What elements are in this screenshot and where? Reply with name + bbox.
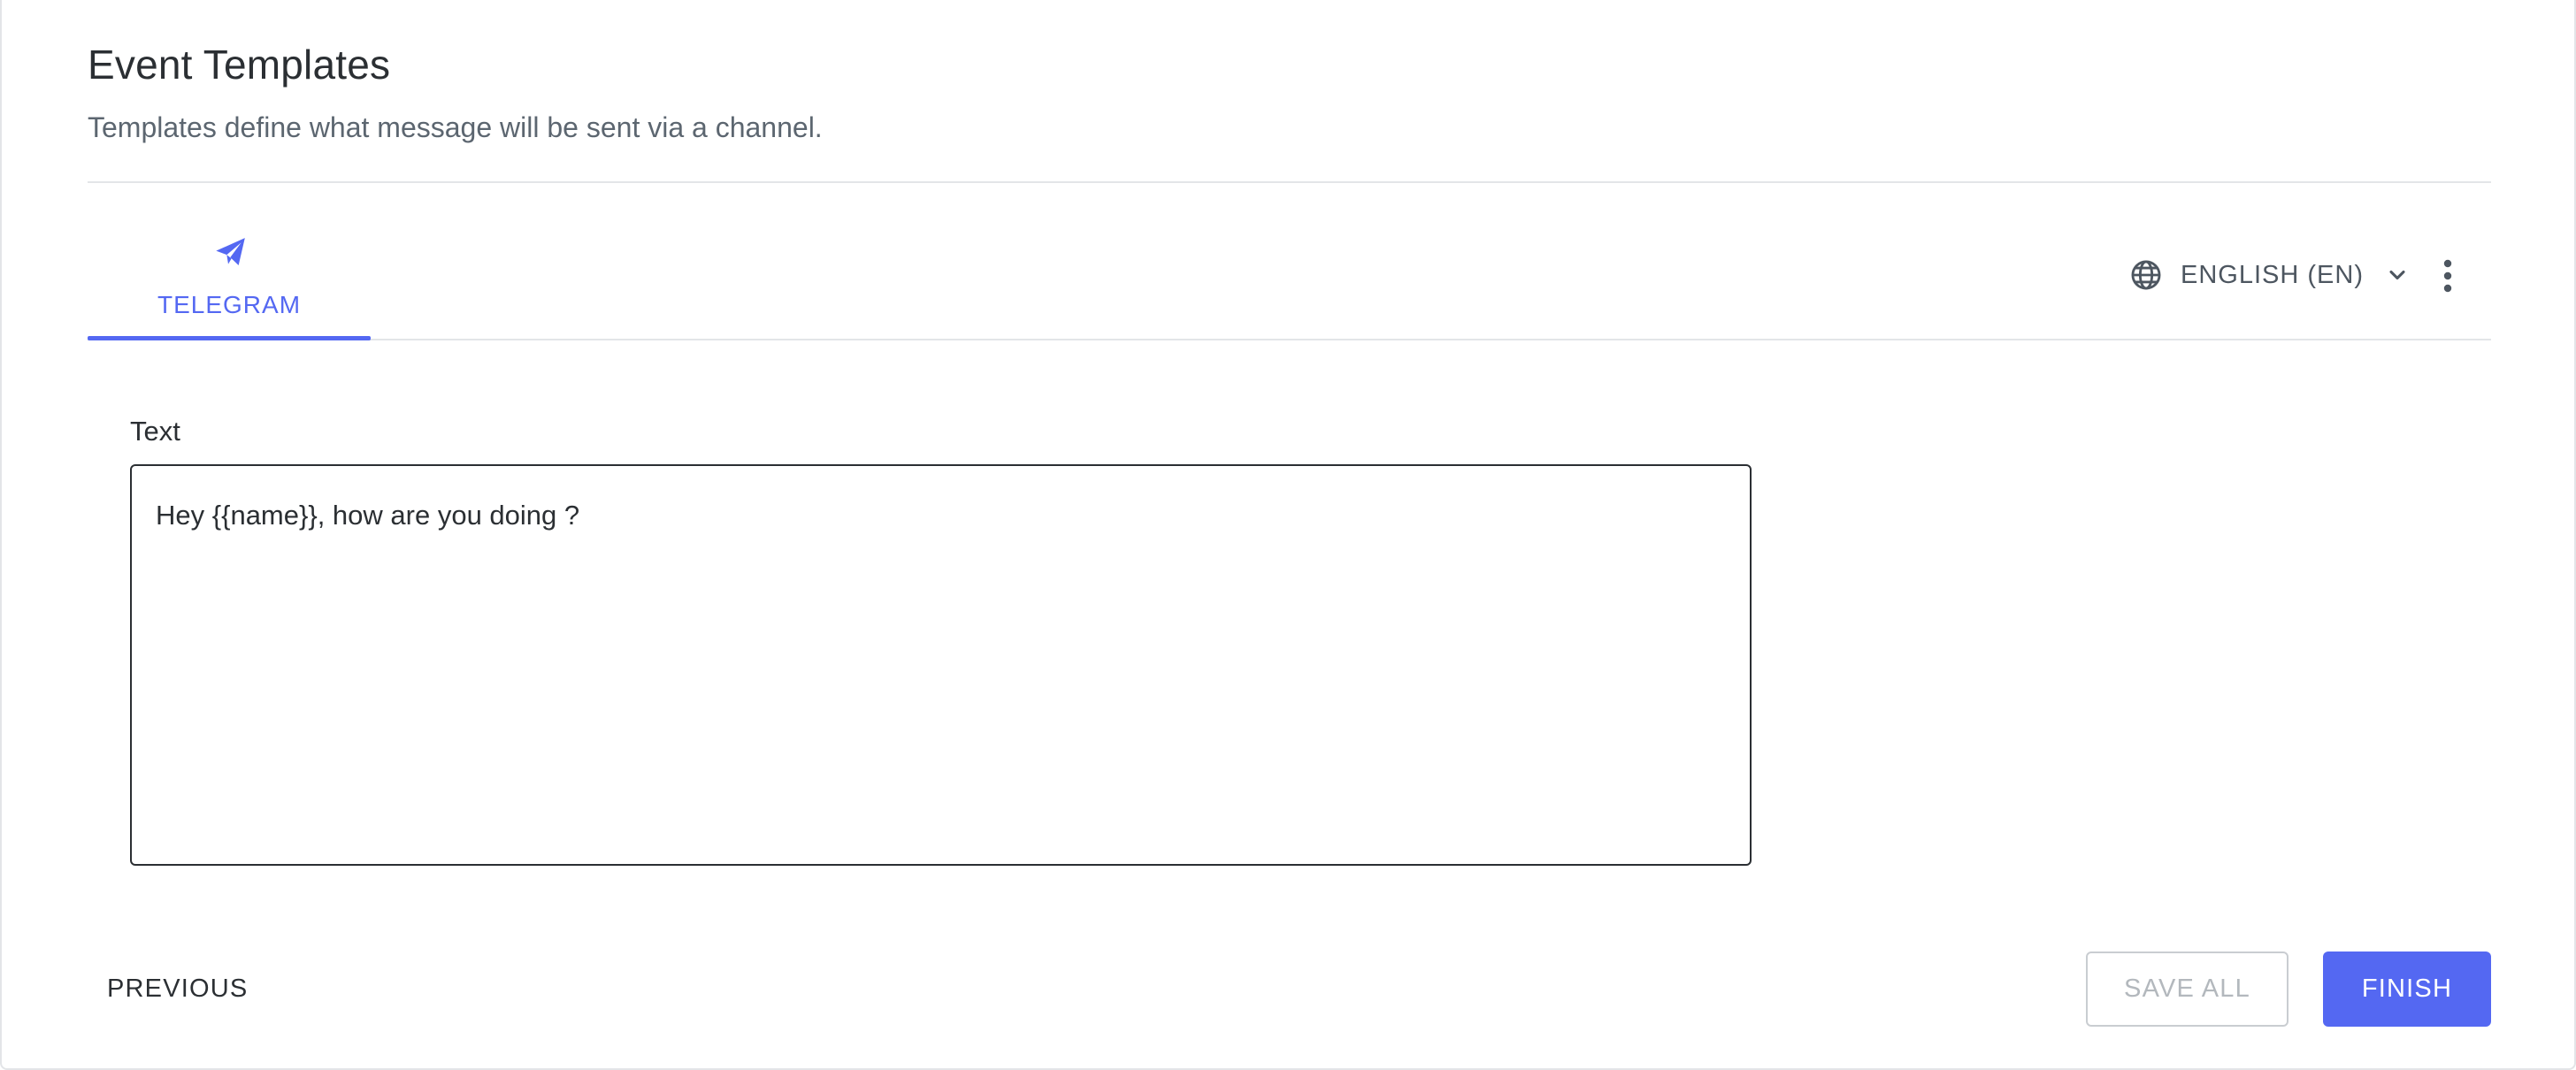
page-title: Event Templates	[88, 42, 391, 88]
header-divider	[88, 181, 2491, 183]
active-tab-indicator	[88, 336, 371, 340]
save-all-button[interactable]: SAVE ALL	[2086, 952, 2288, 1027]
language-selected-value: ENGLISH (EN)	[2181, 260, 2364, 289]
page-subtitle: Templates define what message will be se…	[88, 111, 823, 143]
finish-button[interactable]: FINISH	[2323, 952, 2491, 1027]
tab-telegram[interactable]: TELEGRAM	[88, 225, 371, 340]
text-field-label: Text	[130, 416, 180, 447]
chevron-down-icon	[2389, 270, 2405, 280]
more-vertical-icon	[2443, 259, 2452, 293]
message-text-input[interactable]: Hey {{name}}, how are you doing ?	[130, 464, 1752, 866]
tab-label: TELEGRAM	[157, 291, 302, 318]
event-templates-card: Event Templates Templates define what me…	[0, 0, 2576, 1070]
send-icon	[216, 238, 245, 265]
tabs-divider	[88, 339, 2491, 340]
previous-button[interactable]: PREVIOUS	[88, 952, 267, 1026]
globe-icon	[2131, 260, 2161, 290]
more-options-button[interactable]	[2430, 256, 2465, 295]
language-select[interactable]: ENGLISH (EN)	[2129, 252, 2410, 298]
